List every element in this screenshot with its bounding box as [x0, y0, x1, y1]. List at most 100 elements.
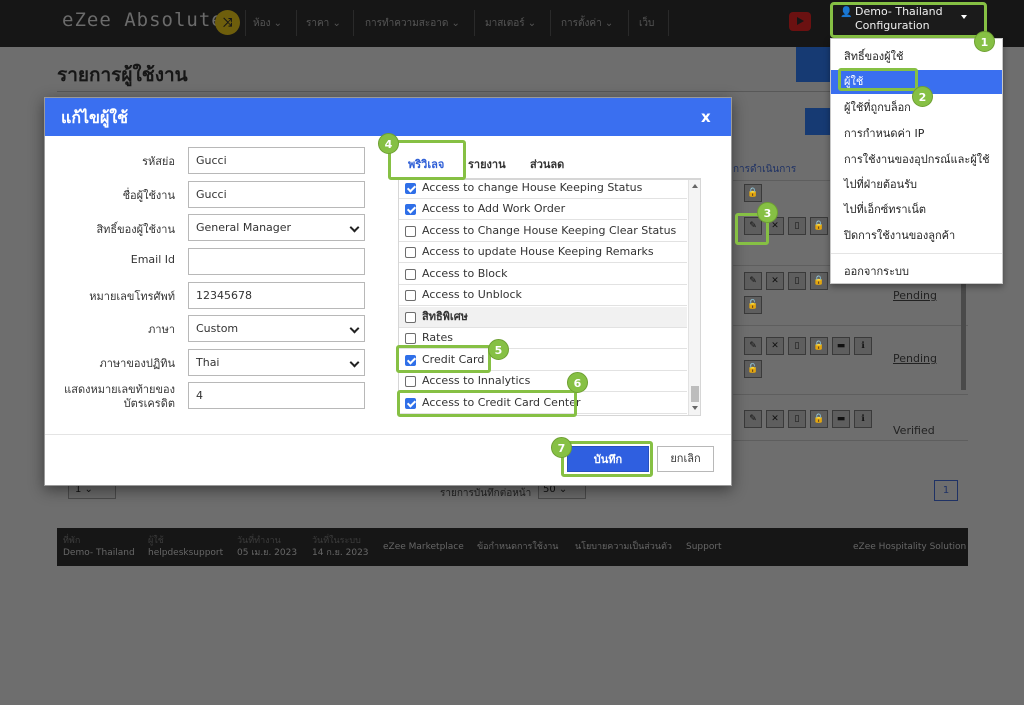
highlight-box [561, 441, 653, 477]
card-digits-label: แสดงหมายเลขท้ายของ บัตรเครดิต [64, 383, 175, 410]
highlight-box [388, 140, 466, 180]
scroll-down-icon[interactable] [692, 406, 698, 410]
group-checkbox[interactable] [405, 312, 416, 323]
permission-checkbox[interactable] [405, 226, 416, 237]
menu-item-ip-configuration[interactable]: การกำหนดค่า IP [831, 122, 1002, 146]
scroll-up-icon[interactable] [692, 184, 698, 188]
step-badge: 5 [488, 339, 509, 360]
email-field[interactable] [188, 248, 365, 275]
mobile-icon[interactable]: ▯ [788, 337, 806, 355]
footer-terms-link[interactable]: ข้อกำหนดการใช้งาน [477, 541, 558, 553]
list-item[interactable]: Access to Change House Keeping Clear Sta… [399, 221, 687, 242]
footer-property: ที่พัก Demo- Thailand [63, 536, 135, 558]
nav-master[interactable]: มาสเตอร์ ⌄ [485, 16, 536, 31]
language-select[interactable]: Custom [188, 315, 365, 342]
lock-icon[interactable]: 🔒 [810, 272, 828, 290]
permission-checkbox[interactable] [405, 204, 416, 215]
table-row-divider [733, 440, 968, 441]
calendar-language-select[interactable]: Thai [188, 349, 365, 376]
menu-item-disable-customer[interactable]: ปิดการใช้งานของลูกค้า [831, 224, 1002, 248]
tab-reports[interactable]: รายงาน [468, 155, 506, 173]
list-item[interactable]: Access to Add Work Order [399, 199, 687, 220]
mobile-icon[interactable]: ▯ [788, 410, 806, 428]
username-field[interactable]: Gucci [188, 181, 365, 208]
app-logo[interactable]: eZee Absolute [62, 9, 224, 31]
comment-icon[interactable]: ▬ [832, 410, 850, 428]
list-item[interactable]: Access to update House Keeping Remarks [399, 242, 687, 263]
info-icon[interactable]: ℹ [854, 410, 872, 428]
add-user-button[interactable] [796, 47, 834, 82]
list-item[interactable]: Access to Unblock [399, 285, 687, 306]
nav-settings[interactable]: การตั้งค่า ⌄ [561, 16, 613, 31]
mobile-icon[interactable]: ▯ [788, 217, 806, 235]
permission-checkbox[interactable] [405, 183, 416, 194]
lock-icon[interactable]: 🔒 [810, 217, 828, 235]
permission-checkbox[interactable] [405, 247, 416, 258]
nav-housekeeping[interactable]: การทำความสะอาด ⌄ [365, 16, 460, 31]
delete-icon[interactable]: ✕ [766, 272, 784, 290]
pagination-page[interactable]: 1 [934, 480, 958, 501]
shuffle-icon[interactable]: ⤨ [215, 10, 240, 35]
mobile-icon[interactable]: ▯ [788, 272, 806, 290]
list-item[interactable]: Access to Innalytics [399, 371, 687, 392]
permission-checkbox[interactable] [405, 290, 416, 301]
cancel-button[interactable]: ยกเลิก [657, 446, 714, 472]
permission-checkbox[interactable] [405, 269, 416, 280]
nav-web[interactable]: เว็บ [639, 16, 654, 31]
lock-icon[interactable]: 🔒 [810, 337, 828, 355]
info-icon[interactable]: ℹ [854, 337, 872, 355]
phone-field[interactable]: 12345678 [188, 282, 365, 309]
menu-item-device-usage[interactable]: การใช้งานของอุปกรณ์และผู้ใช้ [831, 148, 1002, 172]
scroll-thumb[interactable] [691, 386, 699, 402]
youtube-icon[interactable] [789, 12, 811, 31]
edit-icon[interactable]: ✎ [744, 337, 762, 355]
dialog-header: แก้ไขผู้ใช้ x [45, 98, 731, 136]
delete-icon[interactable]: ✕ [766, 410, 784, 428]
unlock-icon[interactable]: 🔓 [744, 360, 762, 378]
calendar-language-label: ภาษาของปฏิทิน [99, 357, 176, 370]
footer-marketplace-link[interactable]: eZee Marketplace [383, 541, 464, 553]
unlock-icon[interactable]: 🔓 [744, 296, 762, 314]
step-badge: 2 [912, 86, 933, 107]
footer-privacy-link[interactable]: นโยบายความเป็นส่วนตัว [575, 541, 672, 553]
row-actions: 🔓 [744, 296, 762, 314]
row-actions: 🔓 [744, 360, 762, 378]
caret-down-icon [961, 15, 967, 19]
user-menu-property: Demo- Thailand [855, 5, 943, 18]
short-name-label: รหัสย่อ [142, 155, 175, 168]
delete-icon[interactable]: ✕ [766, 337, 784, 355]
edit-icon[interactable]: ✎ [744, 272, 762, 290]
menu-item-logout[interactable]: ออกจากระบบ [831, 260, 1002, 284]
comment-icon[interactable]: ▬ [832, 337, 850, 355]
nav-rates[interactable]: ราคา ⌄ [306, 16, 341, 31]
table-row-divider [733, 325, 968, 326]
list-item[interactable]: Access to change House Keeping Status [399, 180, 687, 199]
nav-divider [668, 10, 669, 36]
close-icon[interactable]: x [701, 108, 711, 126]
permission-scrollbar[interactable] [688, 180, 700, 415]
page-title: รายการผู้ใช้งาน [57, 64, 188, 86]
privilege-select[interactable]: General Manager [188, 214, 365, 241]
lock-icon[interactable]: 🔒 [744, 184, 762, 202]
dialog-footer-divider [45, 434, 731, 435]
user-menu-button[interactable]: 👤 Demo- Thailand Configuration [830, 2, 987, 38]
step-badge: 4 [378, 133, 399, 154]
nav-rooms[interactable]: ห้อง ⌄ [253, 16, 282, 31]
menu-item-front-desk[interactable]: ไปที่ฝ่ายต้อนรับ [831, 173, 1002, 197]
permission-checkbox[interactable] [405, 333, 416, 344]
footer-support-link[interactable]: Support [686, 541, 722, 553]
short-name-field[interactable]: Gucci [188, 147, 365, 174]
tab-discounts[interactable]: ส่วนลด [530, 155, 564, 173]
card-digits-field[interactable]: 4 [188, 382, 365, 409]
status-link[interactable]: Pending [893, 352, 937, 365]
step-badge: 7 [551, 437, 572, 458]
highlight-box [397, 390, 577, 417]
list-item[interactable]: Access to Block [399, 264, 687, 285]
permission-checkbox[interactable] [405, 376, 416, 387]
lock-icon[interactable]: 🔒 [810, 410, 828, 428]
status-link[interactable]: Pending [893, 289, 937, 302]
menu-item-extranet[interactable]: ไปที่เอ็กซ์ทราเน็ต [831, 198, 1002, 222]
rows-per-page-label: รายการบันทึกต่อหน้า [440, 488, 532, 499]
edit-icon[interactable]: ✎ [744, 410, 762, 428]
permission-group-heading[interactable]: สิทธิพิเศษ [399, 307, 687, 328]
